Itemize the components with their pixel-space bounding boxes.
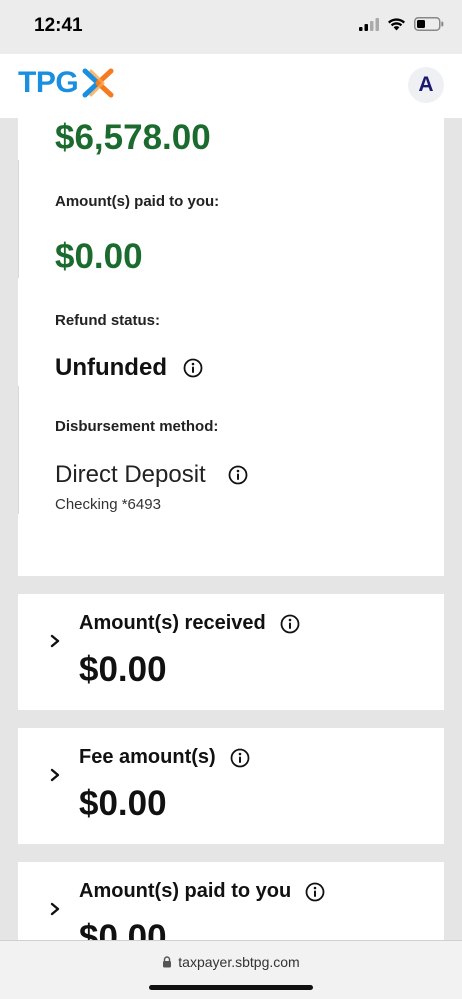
chevron-right-icon[interactable] xyxy=(48,768,62,782)
refund-status-label: Refund status: xyxy=(55,312,160,329)
cellular-signal-icon xyxy=(359,17,379,31)
disbursement-method-label: Disbursement method: xyxy=(55,418,219,435)
fee-amounts-section[interactable]: Fee amount(s) $0.00 xyxy=(18,728,444,844)
avatar-initial: A xyxy=(418,73,434,96)
url-text: taxpayer.sbtpg.com xyxy=(178,954,300,970)
refund-summary-card: $6,578.00 Amount(s) paid to you: $0.00 R… xyxy=(18,118,444,576)
disbursement-method-value: Direct Deposit xyxy=(55,461,248,489)
wifi-icon xyxy=(388,18,405,31)
info-icon[interactable] xyxy=(230,748,250,768)
logo-x-icon xyxy=(82,68,114,98)
tpg-logo[interactable]: TPG xyxy=(18,66,115,100)
section-amount: $0.00 xyxy=(79,650,167,689)
info-icon[interactable] xyxy=(183,358,203,378)
section-title-text: Amount(s) paid to you xyxy=(79,880,292,902)
refund-status-value: Unfunded xyxy=(55,354,203,382)
refund-total-amount: $6,578.00 xyxy=(55,118,211,157)
lock-icon xyxy=(163,956,172,968)
status-time: 12:41 xyxy=(34,15,83,36)
paid-to-you-label: Amount(s) paid to you: xyxy=(55,193,220,210)
info-icon[interactable] xyxy=(280,614,300,634)
home-indicator[interactable] xyxy=(149,985,313,990)
section-title: Amount(s) received xyxy=(79,612,300,635)
card-edge-mark xyxy=(18,386,19,514)
disbursement-method-text: Direct Deposit xyxy=(55,461,206,488)
refund-status-text: Unfunded xyxy=(55,354,167,381)
chevron-right-icon[interactable] xyxy=(48,902,62,916)
section-amount: $0.00 xyxy=(79,918,167,940)
info-icon[interactable] xyxy=(228,465,248,485)
section-title-text: Amount(s) received xyxy=(79,612,266,634)
info-icon[interactable] xyxy=(305,882,325,902)
amounts-paid-to-you-section[interactable]: Amount(s) paid to you $0.00 xyxy=(18,862,444,940)
paid-to-you-amount: $0.00 xyxy=(55,237,143,276)
section-title: Amount(s) paid to you xyxy=(79,880,325,903)
status-icons xyxy=(359,17,444,31)
url-display[interactable]: taxpayer.sbtpg.com xyxy=(0,954,462,970)
battery-icon xyxy=(414,17,444,31)
account-number: Checking *6493 xyxy=(55,496,161,513)
browser-url-bar[interactable]: taxpayer.sbtpg.com xyxy=(0,940,462,999)
section-title-text: Fee amount(s) xyxy=(79,746,216,768)
amounts-received-section[interactable]: Amount(s) received $0.00 xyxy=(18,594,444,710)
card-edge-mark xyxy=(18,160,19,278)
section-amount: $0.00 xyxy=(79,784,167,823)
chevron-right-icon[interactable] xyxy=(48,634,62,648)
logo-text: TPG xyxy=(18,66,79,99)
content-scroll-area[interactable]: $6,578.00 Amount(s) paid to you: $0.00 R… xyxy=(0,118,462,940)
app-header: TPG A xyxy=(0,54,462,118)
avatar[interactable]: A xyxy=(408,67,444,103)
section-title: Fee amount(s) xyxy=(79,746,250,769)
status-bar: 12:41 xyxy=(0,0,462,54)
